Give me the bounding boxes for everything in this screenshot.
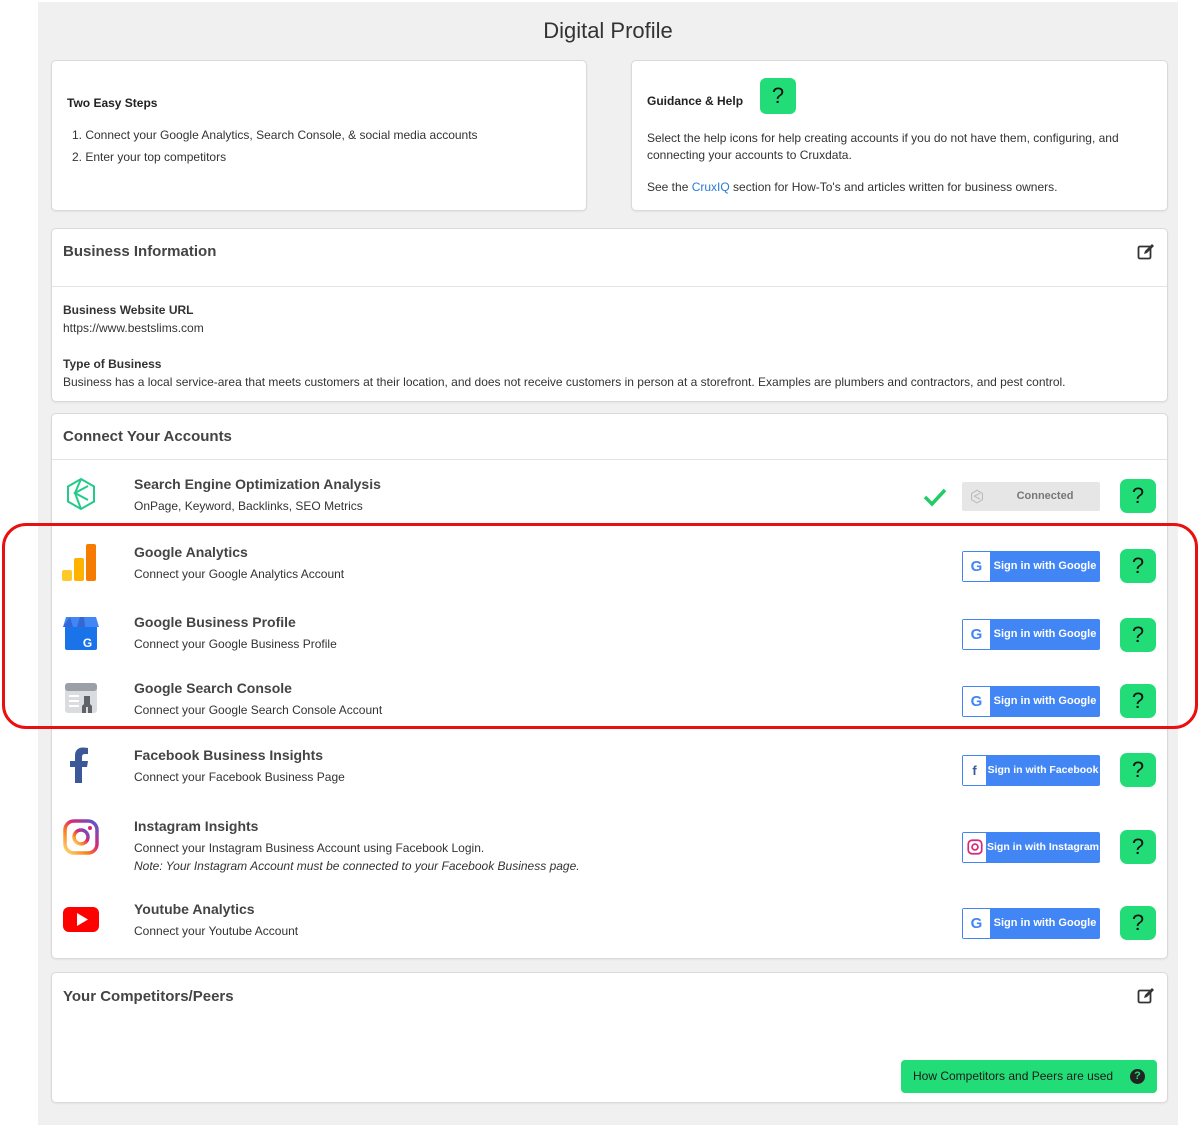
account-description: OnPage, Keyword, Backlinks, SEO Metrics <box>134 499 363 513</box>
how-competitors-button[interactable]: How Competitors and Peers are used ? <box>901 1060 1157 1093</box>
account-description: Connect your Google Analytics Account <box>134 567 345 581</box>
account-row-facebook: Facebook Business Insights Connect your … <box>52 747 1167 807</box>
website-url-label: Business Website URL <box>63 303 194 317</box>
step-item: 1. Connect your Google Analytics, Search… <box>72 128 478 142</box>
help-description: Select the help icons for help creating … <box>647 131 1119 162</box>
edit-icon[interactable] <box>1137 987 1155 1005</box>
account-note: Note: Your Instagram Account must be con… <box>134 859 580 873</box>
account-row-google-analytics: Google Analytics Connect your Google Ana… <box>52 544 1167 604</box>
connect-accounts-header: Connect Your Accounts <box>52 414 1167 460</box>
sign-in-google-button[interactable]: G Sign in with Google <box>962 619 1100 650</box>
connect-accounts-title: Connect Your Accounts <box>63 428 232 445</box>
account-row-instagram: Instagram Insights Connect your Instagra… <box>52 818 1167 878</box>
svg-text:G: G <box>83 636 92 650</box>
youtube-icon <box>63 907 99 932</box>
help-button-instagram[interactable]: ? <box>1120 830 1156 864</box>
business-type-label: Type of Business <box>63 357 162 371</box>
sign-in-label: Sign in with Google <box>993 695 1097 707</box>
connect-accounts-card: Connect Your Accounts Search Engine Opti… <box>51 413 1168 959</box>
help-cruxiq-text: See the CruxIQ section for How-To's and … <box>647 180 1057 194</box>
instagram-icon <box>63 819 99 855</box>
account-name: Search Engine Optimization Analysis <box>134 476 381 492</box>
google-g-icon: G <box>963 620 991 649</box>
google-g-icon: G <box>963 909 991 938</box>
how-competitors-label: How Competitors and Peers are used <box>913 1069 1114 1083</box>
account-description: Connect your Google Search Console Accou… <box>134 703 383 717</box>
account-name: Youtube Analytics <box>134 901 255 917</box>
google-analytics-icon <box>62 544 96 581</box>
cruxiq-link[interactable]: CruxIQ <box>692 180 730 194</box>
instagram-small-icon <box>963 833 987 862</box>
business-info-title: Business Information <box>63 243 217 260</box>
account-row-seo: Search Engine Optimization Analysis OnPa… <box>52 476 1167 536</box>
guidance-help-card: Guidance & Help ? Select the help icons … <box>631 60 1168 211</box>
business-info-header: Business Information <box>52 229 1167 287</box>
sign-in-label: Sign in with Instagram <box>987 841 1099 853</box>
connected-label: Connected <box>1016 490 1074 502</box>
account-name: Google Search Console <box>134 680 292 696</box>
help-button-google-analytics[interactable]: ? <box>1120 549 1156 583</box>
account-name: Google Analytics <box>134 544 248 560</box>
sign-in-label: Sign in with Google <box>993 917 1097 929</box>
cruxdata-small-icon <box>971 489 983 504</box>
website-url-value: https://www.bestslims.com <box>63 321 204 335</box>
help-button-facebook[interactable]: ? <box>1120 753 1156 787</box>
facebook-f-icon: f <box>963 756 987 785</box>
sign-in-google-button[interactable]: G Sign in with Google <box>962 686 1100 717</box>
google-g-icon: G <box>963 687 991 716</box>
account-row-youtube: Youtube Analytics Connect your Youtube A… <box>52 901 1167 961</box>
steps-heading: Two Easy Steps <box>67 96 158 110</box>
edit-icon[interactable] <box>1137 243 1155 261</box>
account-description: Connect your Facebook Business Page <box>134 770 345 784</box>
page-container: Digital Profile Two Easy Steps 1. Connec… <box>38 2 1178 1125</box>
business-information-card: Business Information Business Website UR… <box>51 228 1168 402</box>
account-description: Connect your Youtube Account <box>134 924 299 938</box>
account-name: Google Business Profile <box>134 614 296 630</box>
help-text-before: See the <box>647 180 692 194</box>
help-text-after: section for How-To's and articles writte… <box>729 180 1058 194</box>
check-icon <box>923 488 947 507</box>
competitors-title: Your Competitors/Peers <box>63 988 234 1005</box>
help-heading: Guidance & Help <box>647 94 744 108</box>
page-title: Digital Profile <box>543 18 673 43</box>
competitors-card: Your Competitors/Peers How Competitors a… <box>51 972 1168 1103</box>
sign-in-google-button[interactable]: G Sign in with Google <box>962 551 1100 582</box>
help-button-search-console[interactable]: ? <box>1120 684 1156 718</box>
steps-list: 1. Connect your Google Analytics, Search… <box>72 124 478 168</box>
sign-in-label: Sign in with Google <box>993 628 1097 640</box>
account-row-google-business: G Google Business Profile Connect your G… <box>52 614 1167 674</box>
sign-in-label: Sign in with Google <box>993 560 1097 572</box>
account-description: Connect your Google Business Profile <box>134 637 337 651</box>
step-item: 2. Enter your top competitors <box>72 150 227 164</box>
google-business-icon: G <box>63 617 99 650</box>
business-type-value: Business has a local service-area that m… <box>63 375 1066 389</box>
help-button-seo[interactable]: ? <box>1120 479 1156 513</box>
help-button-youtube[interactable]: ? <box>1120 906 1156 940</box>
account-name: Facebook Business Insights <box>134 747 324 763</box>
sign-in-label: Sign in with Facebook <box>987 764 1099 776</box>
help-question-icon[interactable]: ? <box>760 78 796 114</box>
facebook-icon <box>70 747 88 783</box>
sign-in-instagram-button[interactable]: Sign in with Instagram <box>962 832 1100 863</box>
google-g-icon: G <box>963 552 991 581</box>
sign-in-google-button[interactable]: G Sign in with Google <box>962 908 1100 939</box>
cruxdata-logo-icon <box>67 477 95 511</box>
sign-in-facebook-button[interactable]: f Sign in with Facebook <box>962 755 1100 786</box>
account-name: Instagram Insights <box>134 818 259 834</box>
search-console-icon <box>65 683 97 713</box>
connected-button: Connected <box>962 482 1100 511</box>
help-button-google-business[interactable]: ? <box>1120 618 1156 652</box>
account-row-search-console: Google Search Console Connect your Googl… <box>52 680 1167 740</box>
account-description: Connect your Instagram Business Account … <box>134 841 485 855</box>
two-easy-steps-card: Two Easy Steps 1. Connect your Google An… <box>51 60 587 211</box>
question-circle-icon: ? <box>1130 1069 1145 1084</box>
